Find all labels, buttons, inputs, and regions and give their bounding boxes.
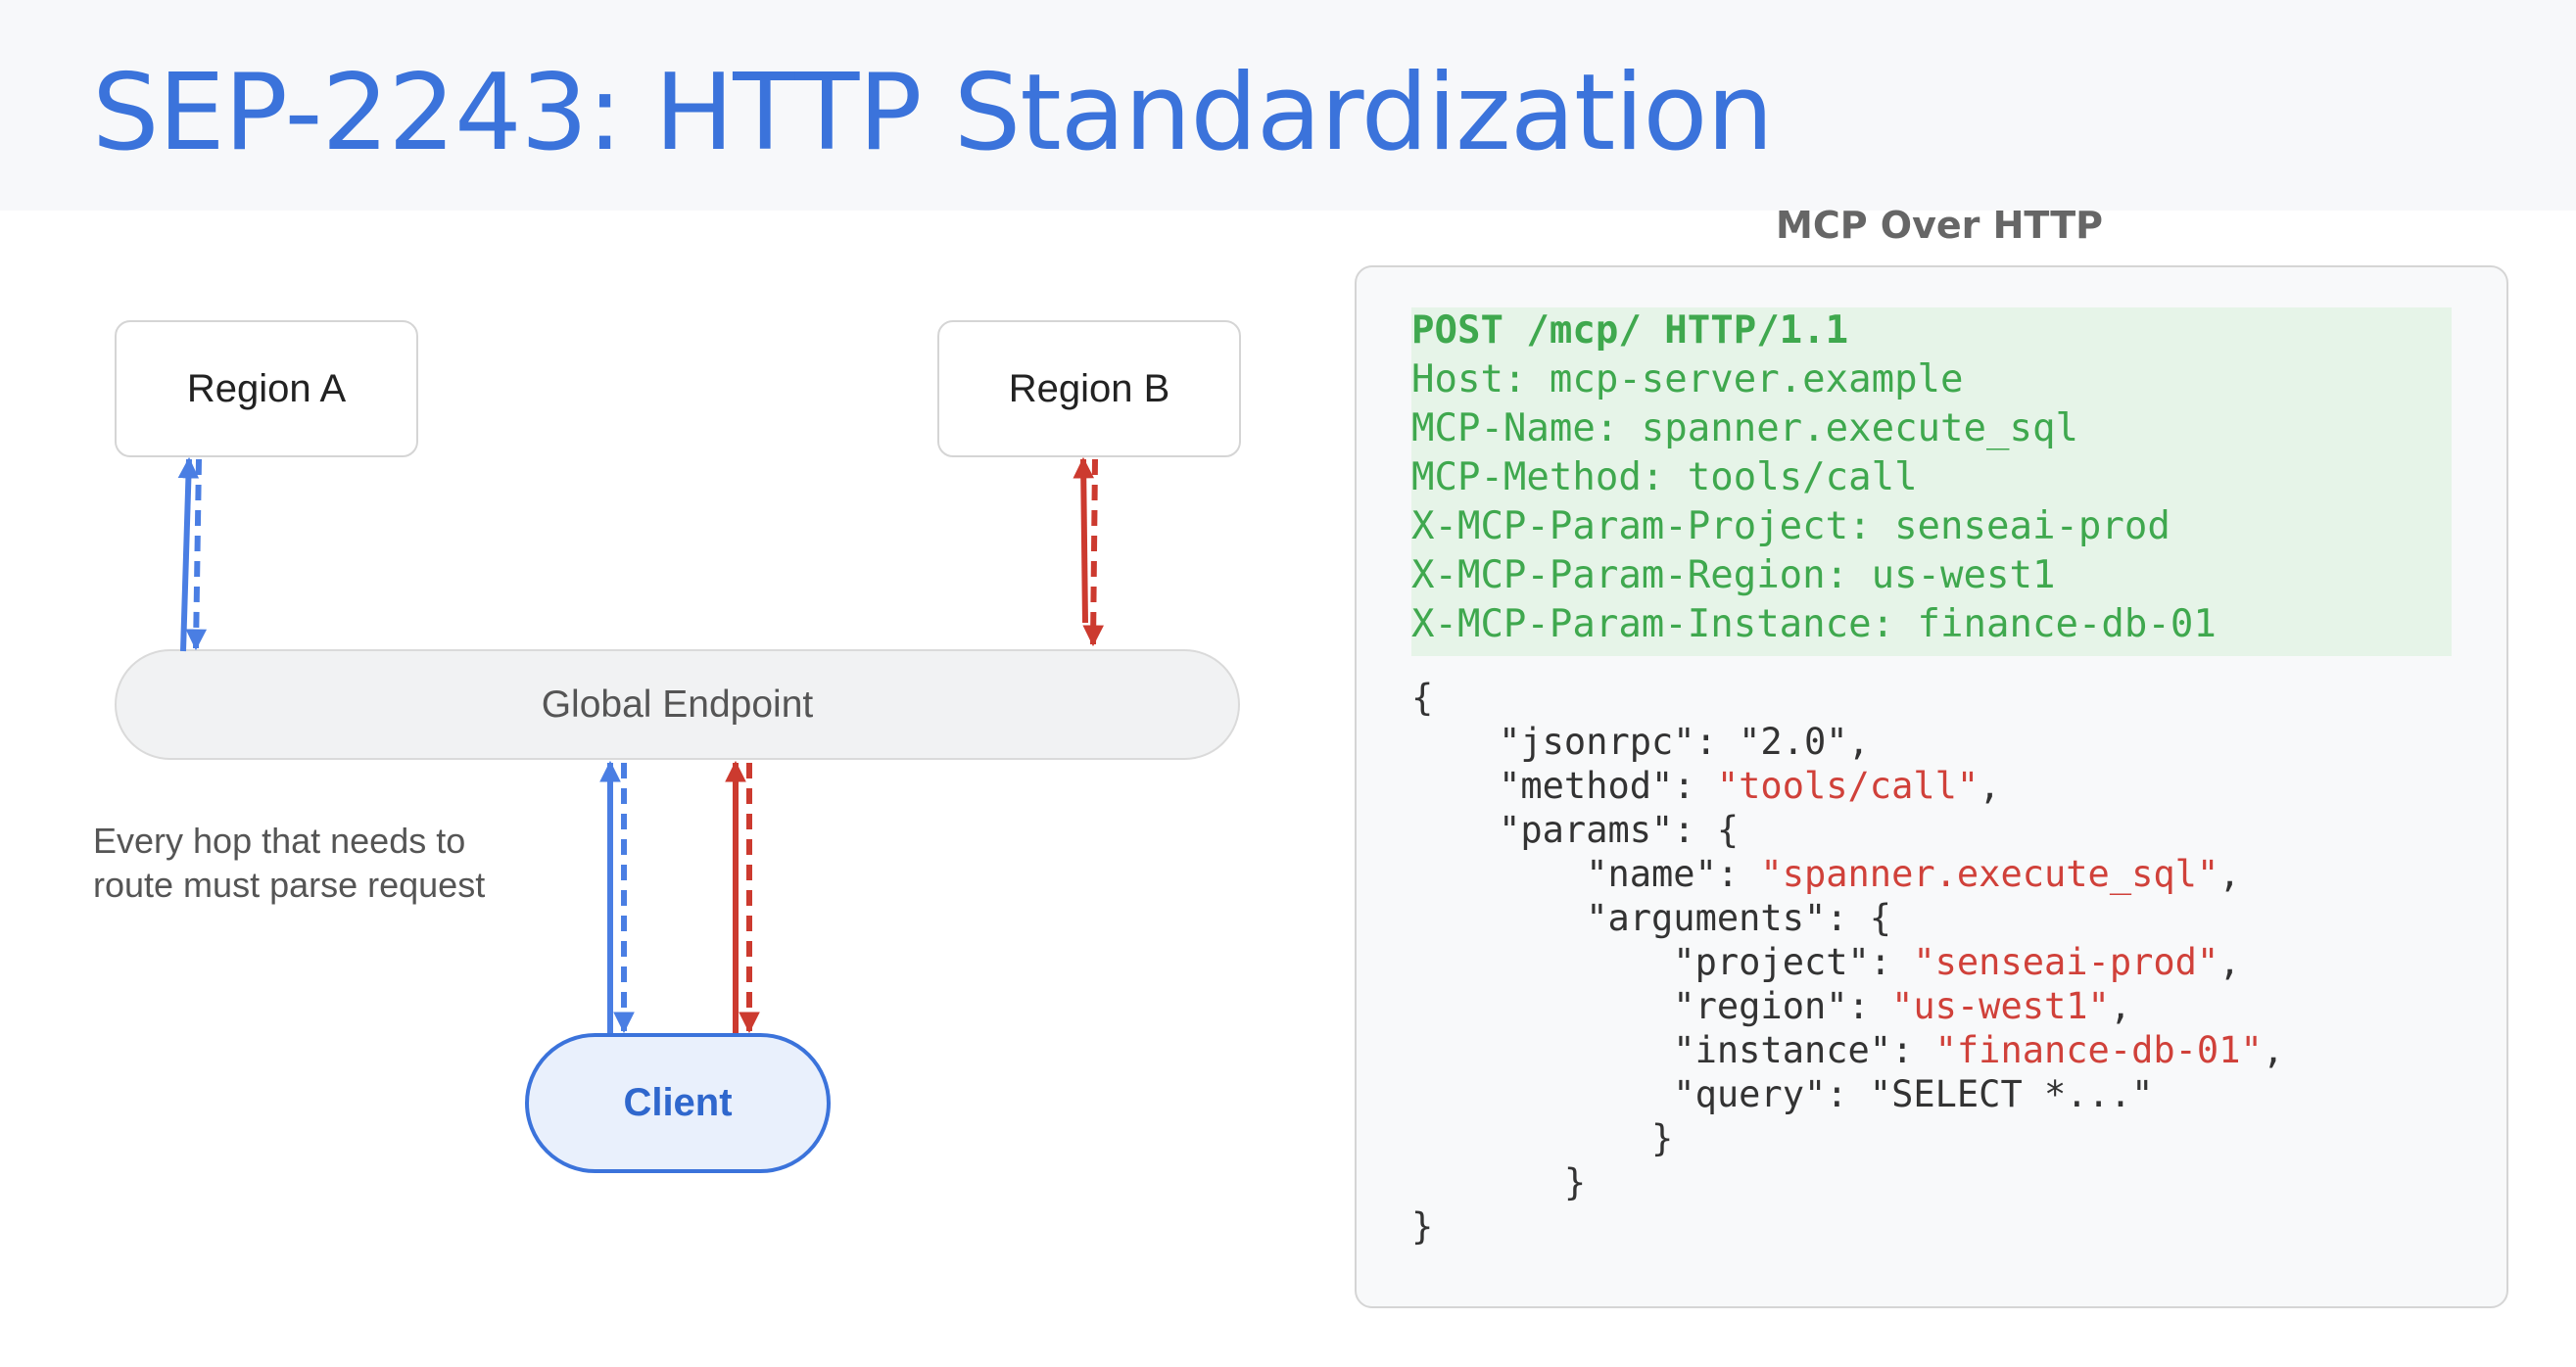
request-line: POST /mcp/ HTTP/1.1 [1411, 308, 1849, 353]
header-line: MCP-Name: spanner.execute_sql [1411, 406, 2078, 450]
json-line-method: "method": "tools/call", [1411, 765, 2001, 807]
red-response-arrow-region-b [1082, 458, 1105, 647]
json-line-region: "region": "us-west1", [1411, 985, 2132, 1027]
json-line-name: "name": "spanner.execute_sql", [1411, 853, 2241, 895]
json-line-params: "params": { [1411, 809, 1740, 851]
blue-response-arrow-region-a [185, 458, 208, 651]
blue-request-arrow-region-a [177, 456, 200, 652]
header-line: Host: mcp-server.example [1411, 357, 1964, 401]
json-close-brace: } [1411, 1205, 1434, 1248]
json-close-params: } [1411, 1161, 1587, 1203]
header-line: X-MCP-Param-Instance: finance-db-01 [1411, 602, 2217, 646]
header-line: X-MCP-Param-Region: us-west1 [1411, 553, 2056, 597]
json-key: "project": [1411, 941, 1914, 983]
json-string-value: "senseai-prod" [1913, 941, 2219, 983]
http-request-panel: POST /mcp/ HTTP/1.1 Host: mcp-server.exa… [1355, 265, 2508, 1308]
json-key: "instance": [1411, 1029, 1935, 1071]
json-key: "name": [1411, 853, 1761, 895]
panel-title: MCP Over HTTP [1776, 204, 2103, 247]
header-line: MCP-Method: tools/call [1411, 455, 1918, 499]
json-string-value: "us-west1" [1891, 985, 2110, 1027]
json-value: "2.0", [1739, 721, 1870, 763]
json-line-arguments: "arguments": { [1411, 897, 1892, 939]
json-open-brace: { [1411, 677, 1434, 719]
json-string-value: "finance-db-01" [1934, 1029, 2263, 1071]
red-request-arrow-region-b [1073, 456, 1095, 624]
json-line-instance: "instance": "finance-db-01", [1411, 1029, 2285, 1071]
json-line-project: "project": "senseai-prod", [1411, 941, 2241, 983]
json-close-arguments: } [1411, 1117, 1674, 1159]
json-key: "region": [1411, 985, 1892, 1027]
json-string-value: "tools/call" [1716, 765, 1980, 807]
json-string-value: "spanner.execute_sql" [1760, 853, 2219, 895]
json-line-jsonrpc: "jsonrpc": "2.0", [1411, 721, 1870, 763]
header-line: X-MCP-Param-Project: senseai-prod [1411, 504, 2171, 548]
json-key: "method": [1411, 765, 1717, 807]
json-line-query: "query": "SELECT *..." [1411, 1073, 2154, 1115]
json-key: "jsonrpc": [1411, 721, 1740, 763]
